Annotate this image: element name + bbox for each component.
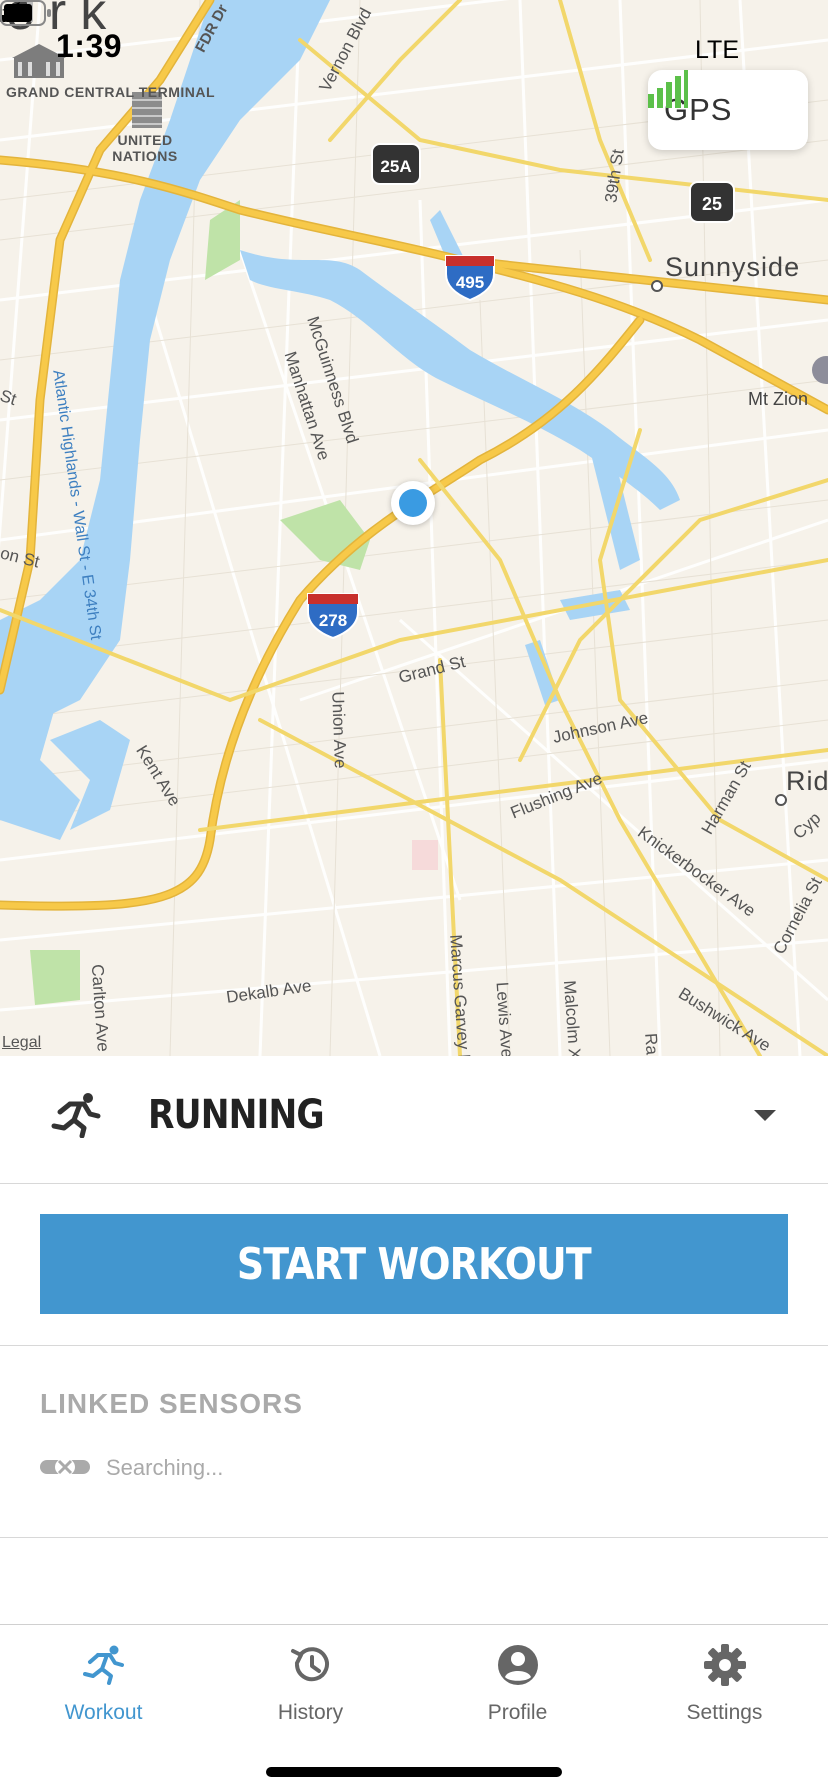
activity-name: RUNNING bbox=[148, 1092, 325, 1138]
poi-united-nations-label: UNITED NATIONS bbox=[112, 132, 178, 164]
network-type-label: LTE bbox=[695, 36, 739, 64]
street-ralph-label: Ra bbox=[641, 1032, 662, 1056]
battery-icon bbox=[0, 0, 51, 26]
gps-status-chip: GPS bbox=[648, 70, 808, 150]
street-union-ave-label: Union Ave bbox=[328, 691, 350, 769]
tab-profile-label: Profile bbox=[487, 1701, 548, 1724]
history-clock-icon bbox=[291, 1647, 329, 1682]
profile-icon bbox=[498, 1645, 538, 1685]
route-shield-278-icon: 278 bbox=[307, 593, 359, 640]
activity-selector[interactable]: RUNNING bbox=[0, 1056, 828, 1184]
running-person-icon bbox=[83, 1645, 124, 1685]
tab-history-label: History bbox=[277, 1701, 344, 1724]
tab-bar: Workout History Profile Settings bbox=[0, 1624, 828, 1792]
route-shield-25a-icon: 25A bbox=[371, 143, 421, 185]
tab-history[interactable]: History bbox=[207, 1625, 414, 1735]
svg-text:495: 495 bbox=[456, 273, 484, 292]
chevron-down-icon[interactable] bbox=[754, 1110, 778, 1124]
map-view[interactable]: 25A 495 25 278 ork 1:39 LTE GRAND CENTRA… bbox=[0, 0, 828, 1056]
place-mt-zion-label: Mt Zion bbox=[748, 389, 809, 409]
place-sunnyside-label: Sunnyside bbox=[665, 252, 801, 282]
svg-text:278: 278 bbox=[319, 611, 347, 630]
start-section: START WORKOUT bbox=[0, 1184, 828, 1346]
start-workout-button[interactable]: START WORKOUT bbox=[40, 1214, 788, 1314]
gear-icon bbox=[704, 1644, 746, 1686]
linked-sensors-title: LINKED SENSORS bbox=[40, 1388, 303, 1419]
tab-settings[interactable]: Settings bbox=[621, 1625, 828, 1735]
legal-link[interactable]: Legal bbox=[2, 1034, 41, 1052]
current-location-marker bbox=[391, 481, 435, 525]
route-shield-495-icon: 495 bbox=[445, 255, 495, 302]
home-indicator[interactable] bbox=[266, 1767, 562, 1777]
sensor-status: Searching... bbox=[106, 1455, 224, 1480]
tab-settings-label: Settings bbox=[686, 1701, 763, 1724]
running-person-icon bbox=[51, 1093, 101, 1138]
place-ridgewood-label: Rid bbox=[786, 766, 828, 796]
svg-text:25: 25 bbox=[702, 194, 722, 214]
route-shield-25-icon: 25 bbox=[689, 181, 735, 223]
tab-profile[interactable]: Profile bbox=[414, 1625, 621, 1735]
svg-text:25A: 25A bbox=[380, 157, 411, 176]
linked-sensors-section: LINKED SENSORS Searching... bbox=[0, 1346, 828, 1538]
start-workout-label: START WORKOUT bbox=[236, 1238, 592, 1290]
status-time: 1:39 bbox=[56, 28, 123, 64]
gps-signal-icon bbox=[648, 70, 688, 108]
tab-workout[interactable]: Workout bbox=[0, 1625, 207, 1735]
tab-workout-label: Workout bbox=[64, 1701, 143, 1724]
poi-grand-central-label: GRAND CENTRAL TERMINAL bbox=[6, 84, 216, 100]
heart-rate-strap-icon bbox=[40, 1458, 90, 1476]
